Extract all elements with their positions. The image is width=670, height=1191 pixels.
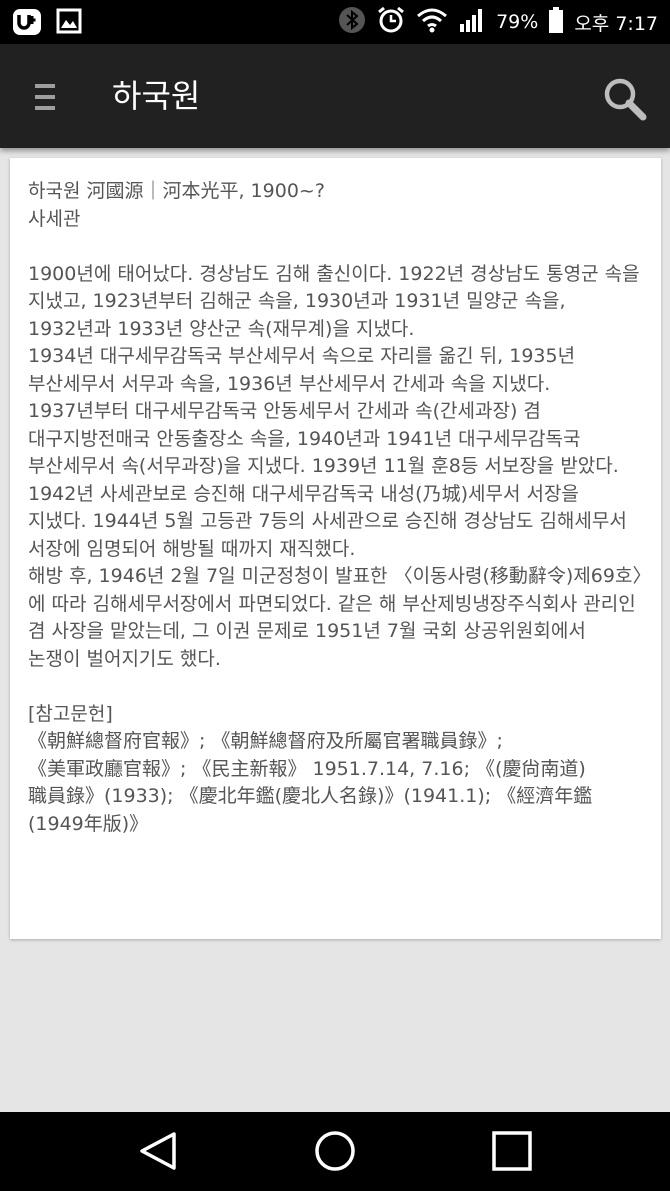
- article-card: 하국원 河國源｜河本光平, 1900~? 사세관 1900년에 태어났다. 경상…: [10, 158, 661, 939]
- bluetooth-icon: [338, 6, 366, 38]
- u-plus-icon: [12, 8, 42, 40]
- navigation-bar: [0, 1112, 670, 1191]
- alarm-icon: [376, 5, 406, 39]
- wifi-icon: [416, 6, 448, 38]
- battery-icon: [548, 6, 564, 38]
- home-circle-icon: [315, 1131, 355, 1171]
- hamburger-menu-icon: [35, 84, 55, 110]
- signal-icon: [458, 6, 486, 38]
- clock: 오후 7:17: [574, 12, 658, 35]
- back-triangle-icon: [140, 1132, 176, 1170]
- app-bar: 하국원: [0, 44, 670, 148]
- battery-percent: 79%: [496, 11, 539, 33]
- menu-button[interactable]: [32, 80, 62, 114]
- search-button[interactable]: [600, 74, 650, 124]
- search-icon: [604, 78, 647, 121]
- article-text: 하국원 河國源｜河本光平, 1900~? 사세관 1900년에 태어났다. 경상…: [28, 180, 642, 835]
- home-button[interactable]: [310, 1128, 360, 1174]
- image-icon: [56, 8, 82, 40]
- page-title: 하국원: [112, 77, 201, 115]
- status-bar: 79% 오후 7:17: [0, 0, 670, 44]
- recents-square-icon: [492, 1131, 532, 1171]
- back-button[interactable]: [134, 1128, 184, 1174]
- recents-button[interactable]: [487, 1128, 537, 1174]
